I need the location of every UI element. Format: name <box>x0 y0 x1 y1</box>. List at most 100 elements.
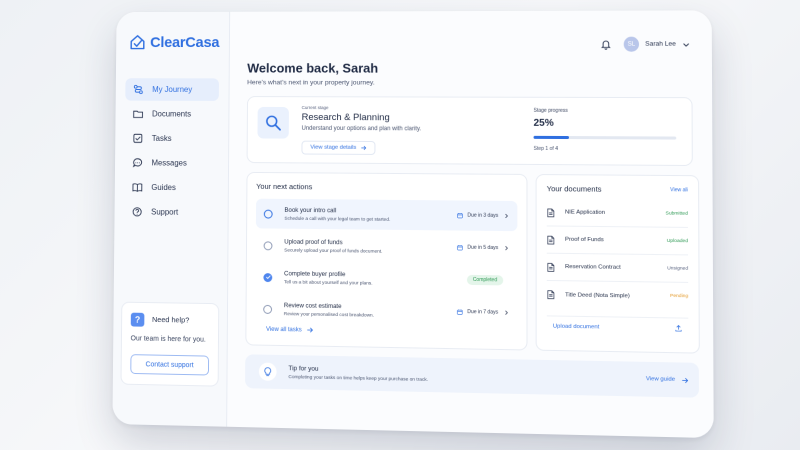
document-row[interactable]: Title Deed (Nota Simple) Pending <box>547 281 688 311</box>
sidebar-item-label: Support <box>151 207 179 217</box>
documents-card: Your documents View all NIE Application … <box>535 174 700 354</box>
sidebar-item-label: My Journey <box>152 85 193 94</box>
tip-banner: Tip for you Completing your tasks on tim… <box>245 354 699 398</box>
task-due: Due in 7 days <box>457 309 498 316</box>
document-icon <box>547 235 555 244</box>
journey-icon <box>133 84 144 95</box>
main-content: SL Sarah Lee Welcome back, Sarah Here’s … <box>227 10 714 439</box>
next-actions-title: Your next actions <box>256 181 313 192</box>
stage-title: Research & Planning <box>301 112 390 124</box>
task-due: Due in 3 days <box>457 212 499 219</box>
user-menu[interactable]: SL Sarah Lee <box>623 36 691 52</box>
document-status: Uploaded <box>666 238 688 244</box>
task-subtitle: Tell us a bit about yourself and your pl… <box>283 279 373 287</box>
task-row[interactable]: Complete buyer profile Tell us a bit abo… <box>255 262 517 296</box>
lightbulb-icon <box>263 367 273 377</box>
house-check-icon <box>130 33 146 51</box>
task-row[interactable]: Book your intro call Schedule a call wit… <box>255 198 518 232</box>
upload-document-label: Upload document <box>552 323 600 330</box>
document-row[interactable]: Reservation Contract Unsigned <box>546 253 689 283</box>
sidebar-item-label: Documents <box>151 109 192 119</box>
task-completed-check-icon[interactable] <box>263 272 273 282</box>
documents-view-all-link[interactable]: View all <box>670 187 688 193</box>
page-title: Welcome back, Sarah <box>247 60 379 76</box>
screen: ClearCasa My Journey Documents Tasks Mes… <box>0 0 800 450</box>
document-status: Submitted <box>665 210 688 217</box>
document-row[interactable]: Proof of Funds Uploaded <box>546 226 689 256</box>
task-due-label: Due in 7 days <box>467 309 499 316</box>
user-name: Sarah Lee <box>645 40 676 48</box>
view-guide-link[interactable]: View guide <box>646 376 689 384</box>
task-title: Complete buyer profile <box>284 269 346 278</box>
brand[interactable]: ClearCasa <box>130 33 220 51</box>
folder-icon <box>133 108 144 119</box>
stage-kicker: Current stage <box>301 105 329 111</box>
progress-bar-fill <box>533 135 569 140</box>
book-icon <box>132 182 143 193</box>
page-subtitle: Here’s what’s next in your property jour… <box>247 79 375 87</box>
help-question-icon: ? <box>130 312 145 327</box>
document-row[interactable]: NIE Application Submitted <box>546 199 688 228</box>
sidebar-item-messages[interactable]: Messages <box>125 151 219 174</box>
question-icon <box>132 206 143 217</box>
documents-title: Your documents <box>546 184 602 194</box>
sidebar-item-my-journey[interactable]: My Journey <box>125 78 219 101</box>
sidebar-item-label: Guides <box>151 183 176 193</box>
task-title: Upload proof of funds <box>284 238 343 246</box>
stage-description: Understand your options and plan with cl… <box>301 125 422 133</box>
tip-icon-tile <box>258 362 277 381</box>
task-due-label: Due in 5 days <box>467 244 499 252</box>
chevron-right-icon <box>503 245 509 251</box>
help-card: ? Need help? Our team is here for you. C… <box>120 301 220 387</box>
checkbox-icon <box>133 133 144 144</box>
task-title: Review cost estimate <box>283 301 342 310</box>
task-status-circle-icon[interactable] <box>263 240 273 250</box>
arrow-right-icon <box>307 326 314 333</box>
calendar-icon <box>457 309 463 315</box>
task-row[interactable]: Review cost estimate Review your persona… <box>255 294 517 328</box>
app-window: ClearCasa My Journey Documents Tasks Mes… <box>112 10 714 439</box>
bell-icon[interactable] <box>600 39 611 50</box>
contact-support-button[interactable]: Contact support <box>130 354 210 376</box>
task-status-circle-icon[interactable] <box>263 209 273 219</box>
task-subtitle: Securely upload your proof of funds docu… <box>284 248 383 255</box>
document-name: Reservation Contract <box>565 264 621 271</box>
task-subtitle: Review your personalised cost breakdown. <box>283 311 375 319</box>
chevron-down-icon <box>682 40 690 48</box>
sidebar-item-tasks[interactable]: Tasks <box>125 127 219 150</box>
document-name: Title Deed (Nota Simple) <box>565 291 630 299</box>
document-icon <box>547 262 555 271</box>
avatar: SL <box>623 36 640 52</box>
task-due: Due in 5 days <box>457 244 499 252</box>
stage-icon-tile <box>257 106 289 139</box>
task-status-circle-icon[interactable] <box>263 304 273 314</box>
view-all-tasks-label: View all tasks <box>266 326 302 333</box>
sidebar-item-support[interactable]: Support <box>124 200 218 224</box>
document-status: Pending <box>670 293 689 300</box>
view-all-tasks-link[interactable]: View all tasks <box>266 326 314 334</box>
topbar: SL Sarah Lee <box>600 36 691 52</box>
task-row[interactable]: Upload proof of funds Securely upload yo… <box>256 230 518 263</box>
arrow-right-icon <box>681 376 688 383</box>
sidebar-item-label: Tasks <box>151 133 172 143</box>
help-text: Our team is here for you. <box>130 334 206 344</box>
document-icon <box>547 290 555 299</box>
sidebar-item-guides[interactable]: Guides <box>124 176 218 199</box>
brand-name: ClearCasa <box>150 33 220 51</box>
progress-percent: 25% <box>533 117 554 129</box>
sidebar-item-documents[interactable]: Documents <box>125 103 219 126</box>
document-name: Proof of Funds <box>565 236 604 244</box>
view-stage-details-button[interactable]: View stage details <box>301 140 376 155</box>
calendar-icon <box>457 212 463 218</box>
document-status: Unsigned <box>667 265 689 272</box>
help-title: Need help? <box>152 314 190 325</box>
progress-bar <box>533 135 677 140</box>
current-stage-card: Current stage Research & Planning Unders… <box>246 96 693 167</box>
upload-document-button[interactable]: Upload document <box>546 315 689 339</box>
view-stage-details-label: View stage details <box>310 144 357 151</box>
next-actions-card: Your next actions Book your intro call S… <box>245 171 528 351</box>
magnifier-icon <box>264 114 282 132</box>
task-due-label: Due in 3 days <box>467 212 499 219</box>
sidebar: ClearCasa My Journey Documents Tasks Mes… <box>112 11 231 427</box>
chevron-right-icon <box>503 213 509 219</box>
